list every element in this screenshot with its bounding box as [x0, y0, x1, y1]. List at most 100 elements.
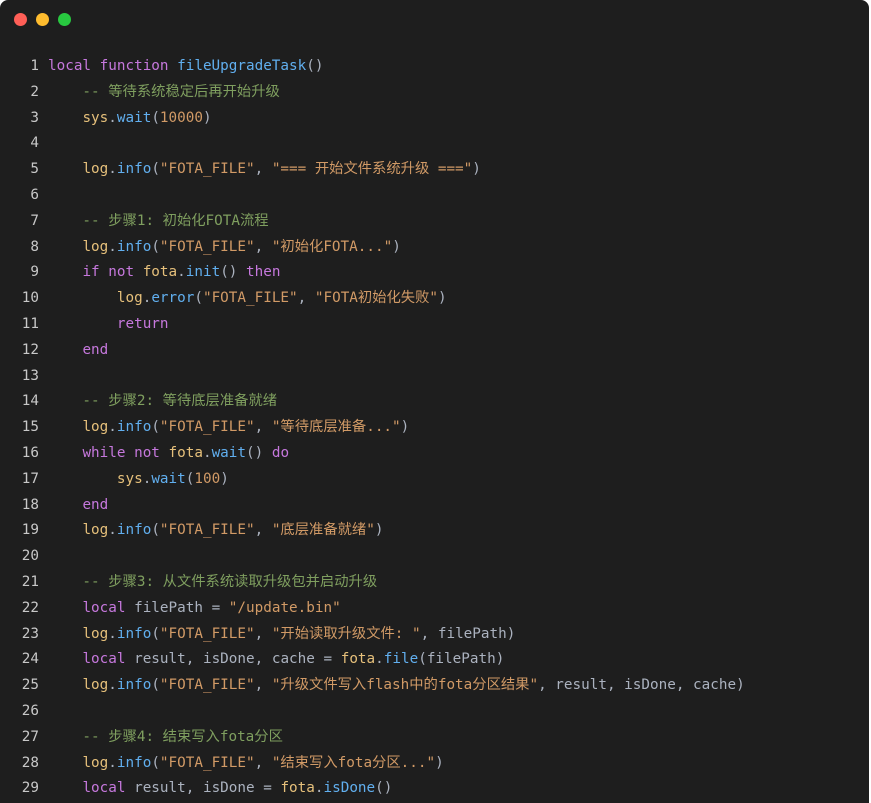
code-token: "FOTA_FILE"	[159, 625, 255, 642]
code-token: ()	[375, 780, 393, 797]
code-token: end	[82, 496, 109, 513]
code-token: info	[116, 419, 152, 436]
code-token: .	[202, 444, 212, 461]
code-line: 21 -- 步骤3: 从文件系统读取升级包并启动升级	[0, 570, 869, 596]
code-line: 2 -- 等待系统稳定后再开始升级	[0, 80, 869, 106]
code-token: .	[108, 238, 117, 255]
code-token: info	[116, 754, 152, 771]
line-content: -- 等待系统稳定后再开始升级	[48, 80, 279, 106]
code-token: error	[151, 290, 195, 307]
code-token: result	[134, 651, 186, 668]
line-number: 24	[21, 651, 39, 668]
code-token: -- 步骤4: 结束写入fota分区	[48, 728, 283, 745]
line-content: -- 步骤2: 等待底层准备就绪	[48, 389, 277, 415]
line-content: log.error("FOTA_FILE", "FOTA初始化失败")	[48, 286, 447, 312]
code-token: -- 步骤1: 初始化FOTA流程	[48, 212, 269, 229]
line-number: 19	[21, 522, 39, 539]
code-token: =	[254, 780, 281, 797]
code-token: ,	[606, 677, 625, 694]
code-token: "FOTA_FILE"	[202, 290, 298, 307]
line-number: 14	[21, 393, 39, 410]
line-number: 5	[30, 161, 39, 178]
minimize-window-button[interactable]	[36, 13, 49, 26]
code-token: isDone	[202, 651, 255, 668]
code-token: ,	[254, 161, 272, 178]
code-line: 29 local result, isDone = fota.isDone()	[0, 776, 869, 802]
code-token: "FOTA_FILE"	[159, 754, 255, 771]
line-number: 6	[30, 186, 39, 203]
line-number: 29	[21, 780, 39, 797]
code-token: )	[400, 419, 410, 436]
code-token: local	[82, 599, 135, 616]
code-line: 24 local result, isDone, cache = fota.fi…	[0, 647, 869, 673]
code-token: "等待底层准备..."	[271, 419, 401, 436]
line-content: local filePath = "/update.bin"	[48, 596, 341, 622]
code-token: fota	[142, 264, 178, 281]
code-line: 25 log.info("FOTA_FILE", "升级文件写入flash中的f…	[0, 673, 869, 699]
code-token: (	[194, 290, 203, 307]
code-token: (	[151, 677, 160, 694]
line-number: 21	[21, 573, 39, 590]
code-token: .	[108, 419, 117, 436]
code-token: isDone	[624, 677, 676, 694]
code-line: 28 log.info("FOTA_FILE", "结束写入fota分区..."…	[0, 751, 869, 777]
code-line: 7 -- 步骤1: 初始化FOTA流程	[0, 209, 869, 235]
code-token: "/update.bin"	[228, 599, 341, 616]
code-token: not	[108, 264, 143, 281]
line-number: 15	[21, 419, 39, 436]
code-token: init	[185, 264, 221, 281]
close-window-button[interactable]	[14, 13, 27, 26]
code-line: 3 sys.wait(10000)	[0, 106, 869, 132]
code-token: "FOTA初始化失败"	[314, 290, 439, 307]
code-token: "结束写入fota分区..."	[271, 754, 436, 771]
code-token: isDone	[202, 780, 255, 797]
line-number: 12	[21, 341, 39, 358]
code-token: wait	[116, 109, 152, 126]
line-content: sys.wait(10000)	[48, 106, 212, 132]
code-line: 19 log.info("FOTA_FILE", "底层准备就绪")	[0, 518, 869, 544]
code-token: (	[151, 419, 160, 436]
code-token: not	[134, 444, 169, 461]
code-token: (	[151, 625, 160, 642]
line-content: log.info("FOTA_FILE", "初始化FOTA...")	[48, 235, 401, 261]
code-line: 18 end	[0, 493, 869, 519]
code-block[interactable]: 1 local function fileUpgradeTask() 2 -- 等待…	[0, 54, 869, 802]
code-token: =	[314, 651, 341, 668]
code-line: 11 return	[0, 312, 869, 338]
line-content: local result, isDone, cache = fota.file(…	[48, 647, 504, 673]
zoom-window-button[interactable]	[58, 13, 71, 26]
code-token: result	[555, 677, 607, 694]
code-window: 1 local function fileUpgradeTask() 2 -- 等待…	[0, 0, 869, 803]
code-line: 10 log.error("FOTA_FILE", "FOTA初始化失败")	[0, 286, 869, 312]
code-line: 1 local function fileUpgradeTask()	[0, 54, 869, 80]
line-content: -- 步骤1: 初始化FOTA流程	[48, 209, 269, 235]
code-token: )	[202, 109, 212, 126]
code-token: .	[177, 264, 186, 281]
code-token: fota	[168, 444, 203, 461]
code-token: log	[82, 161, 109, 178]
code-token: file	[383, 651, 419, 668]
code-token: "初始化FOTA..."	[271, 238, 393, 255]
line-content: local result, isDone = fota.isDone()	[48, 776, 392, 802]
code-token: )	[392, 238, 401, 255]
code-token: 10000	[159, 109, 203, 126]
line-content: log.info("FOTA_FILE", "开始读取升级文件: ", file…	[48, 622, 515, 648]
code-line: 6	[0, 183, 869, 209]
code-token: end	[82, 341, 109, 358]
line-number: 25	[21, 677, 39, 694]
code-token: fileUpgradeTask	[177, 58, 307, 74]
code-token: cache	[693, 677, 737, 694]
code-token: ,	[254, 419, 272, 436]
code-token: "=== 开始文件系统升级 ==="	[271, 161, 473, 178]
code-token: local	[48, 58, 100, 74]
code-token: local	[82, 651, 135, 668]
code-line: 12 end	[0, 338, 869, 364]
code-token: function	[99, 58, 178, 74]
code-token: (	[151, 754, 160, 771]
line-content: local function fileUpgradeTask()	[48, 54, 323, 80]
